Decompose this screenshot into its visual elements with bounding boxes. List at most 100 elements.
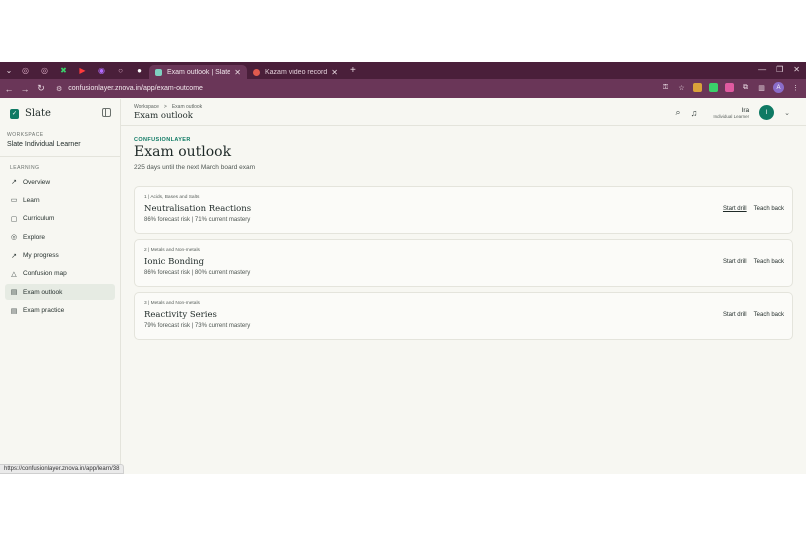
pinned-tab-1-icon[interactable]: ◎	[16, 62, 35, 79]
close-tab-icon[interactable]: ✕	[331, 68, 338, 77]
url-text: confusionlayer.znova.in/app/exam-outcome	[68, 85, 203, 92]
app: ✓ Slate WORKSPACE Slate Individual Learn…	[0, 99, 806, 474]
trend-icon: ↗	[11, 252, 17, 260]
sidebar-item-confusion-map[interactable]: △ Confusion map	[5, 266, 115, 282]
sidebar-item-label: Exam outlook	[23, 288, 63, 296]
browser-menu-icon[interactable]: ⋮	[791, 83, 800, 92]
chart-line-icon: ↗	[11, 179, 17, 186]
kazam-favicon-icon	[253, 68, 260, 76]
user-role: Individual Learner	[713, 113, 750, 119]
breadcrumb-workspace[interactable]: Workspace	[134, 104, 159, 110]
topic-meta: 3 | Metals and Non-metals	[144, 301, 200, 306]
topic-title: Neutralisation Reactions	[144, 204, 252, 214]
topic-card-2: 2 | Metals and Non-metals Ionic Bonding …	[134, 239, 793, 287]
start-drill-button[interactable]: Start drill	[723, 312, 747, 318]
topbar: Workspace > Exam outlook Exam outlook ⌕ …	[121, 99, 806, 126]
tab-exam-outlook[interactable]: Exam outlook | Slate ✕	[149, 65, 247, 79]
sidebar-nav: ↗ Overview ▭ Learn ▢ Curriculum ◎ Explor…	[5, 174, 115, 321]
collapse-sidebar-icon[interactable]	[102, 108, 111, 117]
extensions-puzzle-icon[interactable]: ⧉	[741, 83, 750, 92]
topbar-actions: ⌕ ♫ Ira Individual Learner I ⌄	[676, 105, 790, 120]
sidebar-item-learn[interactable]: ▭ Learn	[5, 192, 115, 208]
sidebar: ✓ Slate WORKSPACE Slate Individual Learn…	[0, 99, 121, 474]
extensions-row: ⚿ ☆ ⧉ ▥ A ⋮	[661, 82, 800, 93]
tab-label: Exam outlook | Slate	[167, 68, 231, 76]
browser-tab-bar: ⌄ ◎ ◎ ✖ ▶ ◉ ○ ● Exam outlook | Slate ✕ K…	[0, 62, 806, 79]
profile-avatar[interactable]: A	[773, 82, 784, 93]
tab-label: Kazam video recording i	[265, 68, 328, 76]
topic-stats: 86% forecast risk | 80% current mastery	[144, 270, 251, 276]
clipboard-check-icon: ▤	[10, 307, 18, 315]
chevron-down-icon[interactable]: ⌄	[784, 109, 790, 117]
password-key-icon[interactable]: ⚿	[661, 83, 670, 92]
topic-actions: Start drill Teach back	[723, 312, 784, 318]
sidebar-item-curriculum[interactable]: ▢ Curriculum	[5, 211, 115, 227]
topic-meta: 2 | Metals and Non-metals	[144, 248, 200, 253]
sidebar-item-overview[interactable]: ↗ Overview	[5, 174, 115, 190]
user-info[interactable]: Ira Individual Learner	[713, 107, 749, 119]
topic-title: Reactivity Series	[144, 310, 217, 320]
folder-icon: ▢	[10, 215, 18, 223]
warning-icon: △	[11, 270, 17, 278]
search-icon[interactable]: ⌕	[676, 107, 681, 118]
sidebar-item-explore[interactable]: ◎ Explore	[5, 229, 115, 245]
pinned-tab-3-icon[interactable]: ✖	[54, 62, 73, 79]
sidebar-item-exam-outlook[interactable]: ▤ Exam outlook	[5, 284, 115, 301]
restore-icon[interactable]: ❐	[776, 65, 783, 74]
minimize-icon[interactable]: —	[758, 65, 766, 74]
tab-list-chevron-icon[interactable]: ⌄	[2, 64, 16, 78]
site-info-icon[interactable]: ⚙	[56, 85, 62, 93]
breadcrumb-separator-icon: >	[163, 104, 167, 110]
page-title: Exam outlook	[134, 144, 232, 160]
teach-back-button[interactable]: Teach back	[754, 259, 784, 265]
sidebar-item-label: Curriculum	[23, 215, 55, 223]
start-drill-button[interactable]: Start drill	[723, 259, 747, 265]
topbar-title: Exam outlook	[134, 111, 193, 121]
extension-2-icon[interactable]	[709, 83, 718, 92]
reload-icon[interactable]: ↻	[34, 83, 48, 94]
sidebar-item-label: Explore	[23, 233, 46, 241]
close-tab-icon[interactable]: ✕	[234, 68, 241, 77]
start-drill-button[interactable]: Start drill	[723, 206, 747, 212]
sidebar-toggle-icon[interactable]: ▥	[757, 83, 766, 92]
workspace-name: Slate Individual Learner	[7, 141, 81, 148]
brand[interactable]: ✓ Slate	[10, 108, 51, 119]
bell-icon[interactable]: ♫	[691, 108, 698, 118]
pinned-tab-4-icon[interactable]: ▶	[73, 62, 92, 79]
topic-actions: Start drill Teach back	[723, 206, 784, 212]
topic-meta: 1 | Acids, Bases and Salts	[144, 195, 200, 200]
slate-favicon-icon	[155, 68, 162, 76]
topic-stats: 86% forecast risk | 71% current mastery	[144, 217, 251, 223]
avatar[interactable]: I	[759, 105, 775, 120]
pinned-tab-2-icon[interactable]: ◎	[35, 62, 54, 79]
browser-address-bar: ← → ↻ ⚙ confusionlayer.znova.in/app/exam…	[0, 79, 806, 98]
sidebar-item-label: Exam practice	[23, 307, 65, 315]
github-icon[interactable]: ●	[130, 62, 149, 79]
sidebar-item-label: My progress	[23, 252, 59, 260]
topic-actions: Start drill Teach back	[723, 259, 784, 265]
pinned-tab-6-icon[interactable]: ○	[111, 62, 130, 79]
page-subtitle: 225 days until the next March board exam	[134, 164, 256, 171]
extension-1-icon[interactable]	[693, 83, 702, 92]
section-label-learning: LEARNING	[10, 165, 40, 171]
forward-icon[interactable]: →	[18, 84, 32, 94]
url-field[interactable]: ⚙ confusionlayer.znova.in/app/exam-outco…	[56, 85, 203, 93]
teach-back-button[interactable]: Teach back	[754, 206, 784, 212]
tab-kazam[interactable]: Kazam video recording i ✕	[247, 65, 344, 79]
sidebar-item-label: Learn	[23, 196, 40, 204]
pinned-tab-5-icon[interactable]: ◉	[92, 62, 111, 79]
window-controls: — ❐ ✕	[758, 65, 800, 74]
extension-3-icon[interactable]	[725, 83, 734, 92]
status-bar-url: https://confusionlayer.znova.in/app/lear…	[0, 464, 125, 474]
back-icon[interactable]: ←	[2, 84, 16, 94]
star-icon[interactable]: ☆	[677, 83, 686, 92]
close-window-icon[interactable]: ✕	[793, 65, 800, 74]
sidebar-item-exam-practice[interactable]: ▤ Exam practice	[5, 303, 115, 319]
clipboard-icon: ▤	[10, 289, 18, 297]
teach-back-button[interactable]: Teach back	[754, 312, 784, 318]
user-name: Ira	[741, 106, 750, 114]
sidebar-item-my-progress[interactable]: ↗ My progress	[5, 248, 115, 264]
new-tab-icon[interactable]: +	[350, 65, 356, 76]
topic-card-3: 3 | Metals and Non-metals Reactivity Ser…	[134, 292, 793, 340]
slate-logo-icon: ✓	[10, 108, 19, 119]
